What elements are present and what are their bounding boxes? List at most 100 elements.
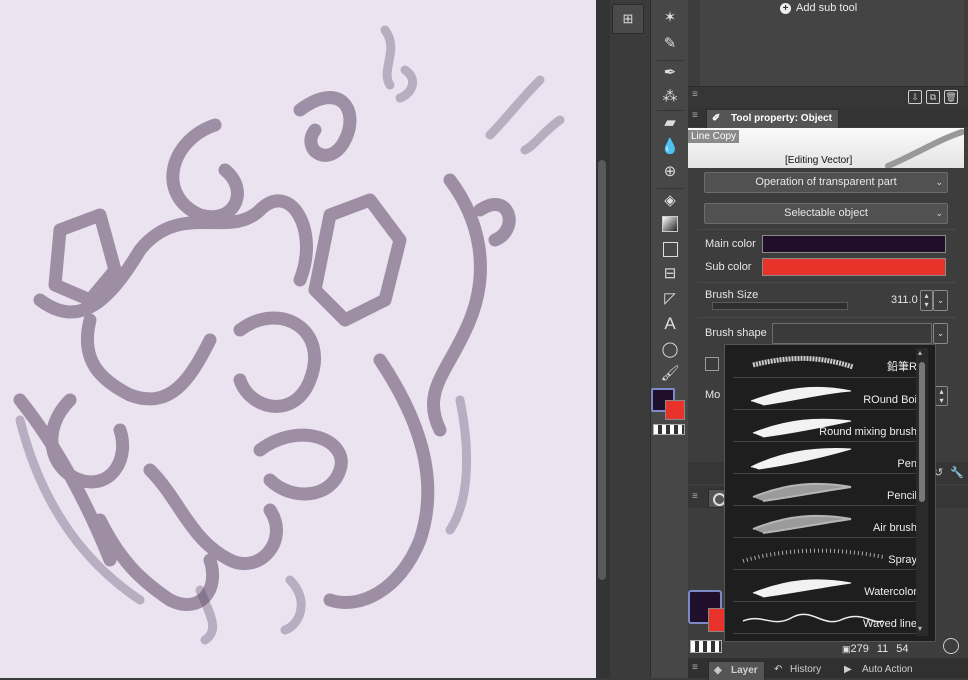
divider: [698, 282, 956, 283]
chevron-up-icon: ▴: [939, 387, 944, 396]
sub-color-bar[interactable]: [762, 258, 946, 276]
wrench-icon[interactable]: 🔧: [950, 466, 964, 479]
chevron-up-icon: ▴: [924, 291, 929, 300]
copy-subtool-icon[interactable]: ⇩: [908, 90, 922, 104]
chevron-down-icon: ⌄: [935, 208, 943, 218]
brush-shape-item[interactable]: Air brush: [733, 507, 919, 538]
navigator-panel-button[interactable]: ⊞: [612, 4, 644, 34]
frame-border-icon: ⊟: [663, 265, 677, 282]
plus-circle-icon: +: [780, 2, 791, 14]
history-icon: ↶: [774, 664, 783, 675]
transparent-operation-value: Operation of transparent part: [755, 176, 897, 188]
brush-size-slider[interactable]: [712, 302, 848, 310]
rectangle-tool[interactable]: [657, 238, 683, 260]
balloon-tool[interactable]: ◯: [657, 338, 683, 360]
status-count-a: ▣279: [842, 643, 869, 655]
selectable-object-dropdown[interactable]: Selectable object ⌄: [704, 203, 948, 224]
settings-circle-icon[interactable]: [943, 638, 959, 654]
option-checkbox[interactable]: [705, 357, 719, 371]
magic-wand-tool[interactable]: ✶: [657, 6, 683, 28]
brush-size-value: 311.0: [891, 294, 918, 306]
panel-menu-icon[interactable]: ≡: [692, 662, 698, 673]
eraser-tool[interactable]: ▰: [657, 110, 683, 133]
pen-tool[interactable]: ✒: [657, 60, 683, 83]
popup-scrollbar-thumb[interactable]: [919, 362, 925, 502]
duplicate-subtool-icon[interactable]: ⧉: [926, 90, 940, 104]
brush-shape-label: Brush shape: [705, 327, 767, 339]
text-tool[interactable]: A: [657, 313, 683, 335]
tool-property-icon: ✐: [712, 113, 721, 124]
tab-history-label: History: [790, 664, 822, 675]
delete-subtool-icon[interactable]: 🗑: [944, 90, 958, 104]
blend-tool[interactable]: 💧: [657, 135, 683, 157]
status-counts: ▣279 11 54: [842, 643, 909, 655]
brush-shape-item[interactable]: Pencil: [733, 475, 919, 506]
blend-drops-icon: 💧: [660, 138, 680, 155]
transparent-color-swatch[interactable]: [653, 424, 685, 435]
add-subtool-label: Add sub tool: [796, 2, 858, 14]
chevron-down-icon[interactable]: ▾: [918, 624, 922, 633]
panel-menu-icon[interactable]: ≡: [692, 89, 698, 100]
editing-vector-label: [Editing Vector]: [785, 155, 853, 166]
pen-icon: ✒: [663, 64, 677, 81]
chevron-down-icon: ⌄: [936, 328, 945, 338]
divider: [698, 229, 956, 230]
airbrush-tool[interactable]: ⁂: [657, 85, 683, 107]
magic-wand-icon: ✶: [663, 9, 677, 26]
mode-stepper[interactable]: ▴ ▾: [935, 386, 948, 406]
subtool-panel: + Add sub tool: [700, 0, 964, 86]
brush-shape-label: ROund Boi: [863, 394, 917, 406]
chevron-down-icon: ⌄: [935, 177, 943, 187]
brush-correct-icon: 🖌: [660, 365, 680, 382]
brush-shape-item[interactable]: Pen: [733, 443, 919, 474]
chevron-up-icon[interactable]: ▴: [918, 348, 922, 357]
add-subtool-button[interactable]: + Add sub tool: [780, 2, 857, 14]
transparent-large-swatch[interactable]: [690, 640, 722, 653]
canvas-scrollbar-thumb[interactable]: [598, 160, 606, 580]
brush-shape-item[interactable]: Spray: [733, 539, 919, 570]
tool-property-header: ≡ ✐ Tool property: Object: [688, 107, 968, 128]
tool-property-title: Tool property: Object: [731, 113, 832, 124]
sub-color-swatch[interactable]: [665, 400, 685, 420]
brush-shape-item[interactable]: Watercolor: [733, 571, 919, 602]
status-count-c: 54: [896, 643, 909, 655]
tab-auto-action-label: Auto Action: [862, 664, 913, 675]
brush-shape-label: Round mixing brush: [819, 426, 917, 438]
eyedropper-tool[interactable]: ✎: [657, 32, 683, 54]
speech-balloon-icon: ◯: [661, 341, 679, 358]
brush-shape-item[interactable]: 鉛筆R: [733, 347, 919, 378]
brush-shape-label: Spray: [888, 554, 917, 566]
divider: [698, 317, 956, 318]
tab-layer[interactable]: ◈ Layer: [708, 661, 765, 680]
tab-auto-action[interactable]: ▶ Auto Action: [842, 661, 913, 679]
gradient-tool[interactable]: [657, 213, 683, 235]
sub-color-label: Sub color: [705, 261, 752, 273]
transparent-operation-dropdown[interactable]: Operation of transparent part ⌄: [704, 172, 948, 193]
main-color-bar[interactable]: [762, 235, 946, 253]
brush-shape-label: Waved line: [862, 618, 917, 630]
brush-shape-item[interactable]: Waved line: [733, 603, 919, 634]
brush-shape-label: Watercolor: [864, 586, 917, 598]
panel-menu-icon[interactable]: ≡: [692, 110, 698, 121]
drawing-canvas[interactable]: [0, 0, 596, 678]
airbrush-icon: ⁂: [662, 88, 678, 105]
brush-size-popup-button[interactable]: ⌄: [933, 290, 948, 311]
brush-shape-label: 鉛筆R: [887, 361, 917, 373]
frame-tool[interactable]: ⊟: [657, 262, 683, 284]
ruler-tool[interactable]: ◸: [657, 287, 683, 309]
brush-shape-label: Air brush: [872, 522, 917, 534]
tab-history[interactable]: ↶ History: [772, 661, 821, 679]
layer-icon: ◈: [714, 665, 722, 676]
brush-shape-field[interactable]: [772, 323, 932, 344]
brush-shape-dropdown-button[interactable]: ⌄: [933, 323, 948, 344]
brush-shape-item[interactable]: Round mixing brush: [733, 411, 919, 442]
brush-size-stepper[interactable]: ▴ ▾: [920, 290, 933, 311]
fill-bucket-icon: ◈: [664, 192, 676, 209]
tab-tool-property[interactable]: ✐ Tool property: Object: [706, 109, 839, 128]
eraser-icon: ▰: [664, 114, 676, 131]
correct-line-tool[interactable]: 🖌: [657, 362, 683, 384]
transform-tool[interactable]: ⊕: [657, 160, 683, 182]
fill-tool[interactable]: ◈: [657, 188, 683, 211]
brush-shape-item[interactable]: ROund Boi: [733, 379, 919, 410]
panel-menu-icon[interactable]: ≡: [692, 491, 698, 502]
